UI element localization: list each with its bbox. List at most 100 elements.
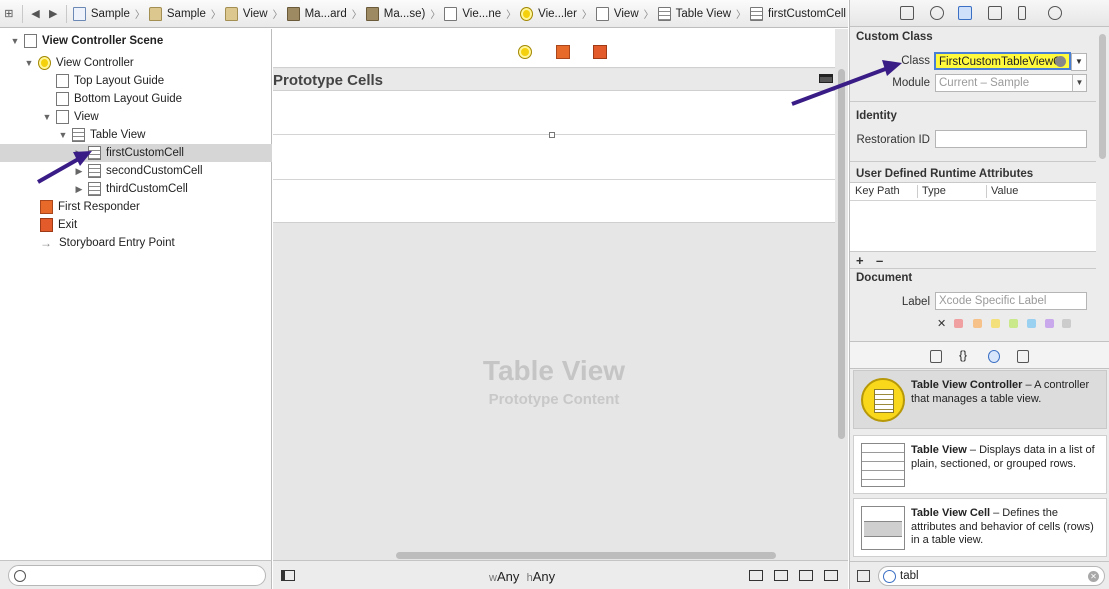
outline-item-second-custom-cell[interactable]: ▶ secondCustomCell: [0, 162, 272, 180]
outline-item-first-custom-cell[interactable]: ▶ firstCustomCell: [0, 144, 272, 162]
disclosure-closed-icon[interactable]: ▶: [74, 148, 84, 159]
color-swatch-green[interactable]: [1009, 319, 1018, 328]
chevron-down-icon[interactable]: ▼: [1072, 75, 1086, 91]
column-value[interactable]: Value: [991, 185, 1018, 197]
library-filter-input[interactable]: tabl ✕: [878, 566, 1105, 586]
column-key-path[interactable]: Key Path: [855, 185, 900, 197]
back-icon[interactable]: ◀: [27, 7, 45, 20]
outline-item-exit[interactable]: Exit: [0, 216, 272, 234]
canvas-bottom-bar: wAny hAny: [273, 560, 848, 589]
chevron-right-icon: 〉: [351, 10, 362, 21]
disclosure-open-icon[interactable]: ▼: [42, 112, 52, 122]
grid-view-icon[interactable]: [857, 570, 870, 582]
breadcrumb-storyboard[interactable]: Ma...ard 〉: [285, 6, 364, 21]
library-item-table-view-cell[interactable]: Table View Cell – Defines the attributes…: [853, 498, 1107, 557]
storyboard-canvas[interactable]: Prototype Cells Table View Prototype Con…: [273, 29, 848, 560]
class-field[interactable]: FirstCustomTableViewC: [934, 52, 1071, 70]
utilities-panel: Custom Class Class FirstCustomTableViewC…: [849, 0, 1109, 589]
code-snippet-library-icon[interactable]: {}: [959, 348, 971, 362]
module-field[interactable]: Current – Sample ▼: [935, 74, 1087, 92]
outline-item-view[interactable]: ▼ View: [0, 108, 272, 126]
breadcrumb-view[interactable]: View 〉: [594, 6, 656, 21]
related-items-grid-icon[interactable]: ⊞: [0, 7, 18, 20]
runtime-attributes-table[interactable]: Key Path Type Value: [850, 182, 1096, 252]
attributes-inspector-icon[interactable]: [988, 6, 1002, 20]
class-dropdown-arrow-icon[interactable]: ▼: [1071, 53, 1087, 71]
go-to-class-arrow-icon[interactable]: [1055, 56, 1066, 67]
color-swatch-yellow[interactable]: [991, 319, 1000, 328]
breadcrumb-scene[interactable]: Vie...ne 〉: [442, 6, 518, 21]
identity-title: Identity: [856, 110, 897, 122]
file-inspector-icon[interactable]: [900, 6, 914, 20]
disclosure-open-icon[interactable]: ▼: [24, 58, 34, 68]
breadcrumb-table-view[interactable]: Table View 〉: [656, 6, 748, 21]
column-type[interactable]: Type: [922, 185, 946, 197]
chevron-right-icon: 〉: [506, 10, 517, 21]
outline-item-storyboard-entry-point[interactable]: → Storyboard Entry Point: [0, 234, 272, 252]
breadcrumb-folder-sample[interactable]: Sample 〉: [147, 6, 223, 21]
prototype-cells[interactable]: [273, 91, 835, 223]
table-cell-icon: [750, 6, 764, 21]
clear-search-icon[interactable]: ✕: [1088, 571, 1099, 582]
breadcrumb-project[interactable]: Sample 〉: [71, 6, 147, 21]
disclosure-closed-icon[interactable]: ▶: [74, 166, 84, 177]
table-view-icon: [657, 6, 671, 21]
table-view-icon: [72, 128, 85, 142]
chevron-right-icon: 〉: [643, 10, 654, 21]
disclosure-closed-icon[interactable]: ▶: [74, 184, 84, 195]
outline-toggle-icon[interactable]: [281, 570, 295, 581]
outline-item-third-custom-cell[interactable]: ▶ thirdCustomCell: [0, 180, 272, 198]
breadcrumb-first-custom-cell[interactable]: firstCustomCell: [748, 6, 848, 21]
chevron-right-icon: 〉: [736, 10, 747, 21]
color-swatch-gray[interactable]: [1062, 319, 1071, 328]
stack-icon[interactable]: [749, 570, 763, 581]
color-swatch-purple[interactable]: [1045, 319, 1054, 328]
media-library-icon[interactable]: [1017, 350, 1029, 363]
view-controller-icon[interactable]: [518, 45, 532, 59]
color-swatch-orange[interactable]: [973, 319, 982, 328]
library-item-table-view-controller[interactable]: Table View Controller – A controller tha…: [853, 370, 1107, 429]
outline-item-top-layout-guide[interactable]: Top Layout Guide: [0, 72, 272, 90]
module-label: Module: [892, 77, 930, 89]
resize-handle[interactable]: [549, 132, 555, 138]
disclosure-open-icon[interactable]: ▼: [10, 36, 20, 46]
quick-help-icon[interactable]: [930, 6, 944, 20]
outline-filter-input[interactable]: [8, 565, 266, 586]
outline-item-scene[interactable]: ▼ View Controller Scene: [0, 32, 272, 50]
disclosure-open-icon[interactable]: ▼: [58, 130, 68, 140]
color-swatch-red[interactable]: [954, 319, 963, 328]
outline-item-bottom-layout-guide[interactable]: Bottom Layout Guide: [0, 90, 272, 108]
exit-icon[interactable]: [593, 45, 607, 59]
connections-inspector-icon[interactable]: [1048, 6, 1062, 20]
add-attribute-button[interactable]: +: [856, 253, 864, 268]
prototype-cells-header: Prototype Cells: [273, 69, 835, 91]
pin-icon[interactable]: [799, 570, 813, 581]
color-swatch-blue[interactable]: [1027, 319, 1036, 328]
horizontal-scrollbar[interactable]: [396, 552, 776, 559]
first-responder-cube-icon[interactable]: [556, 45, 570, 59]
breadcrumb-storyboard-base[interactable]: Ma...se) 〉: [364, 6, 443, 21]
forward-icon[interactable]: ▶: [44, 7, 62, 20]
align-icon[interactable]: [774, 570, 788, 581]
outline-item-first-responder[interactable]: First Responder: [0, 198, 272, 216]
size-class-control[interactable]: wAny hAny: [489, 569, 555, 584]
table-view-placeholder-subtitle: Prototype Content: [488, 391, 620, 408]
remove-attribute-button[interactable]: –: [876, 253, 883, 268]
library-item-table-view[interactable]: Table View – Displays data in a list of …: [853, 435, 1107, 494]
chevron-right-icon: 〉: [210, 10, 221, 21]
object-library-icon[interactable]: [988, 350, 1000, 363]
exit-icon: [40, 218, 53, 232]
vertical-scrollbar[interactable]: [838, 69, 845, 439]
breadcrumb-view-controller[interactable]: Vie...ler 〉: [518, 6, 594, 21]
size-inspector-icon[interactable]: [1018, 6, 1026, 20]
resolve-issues-icon[interactable]: [824, 570, 838, 581]
breadcrumb-folder-view[interactable]: View 〉: [223, 6, 285, 21]
outline-item-view-controller[interactable]: ▼ View Controller: [0, 54, 272, 72]
identity-inspector-icon[interactable]: [958, 6, 972, 20]
clear-color-button[interactable]: ✕: [937, 317, 946, 330]
inspector-scrollbar[interactable]: [1099, 34, 1106, 159]
file-template-library-icon[interactable]: [930, 350, 942, 363]
document-label-field[interactable]: Xcode Specific Label: [935, 292, 1087, 310]
restoration-id-field[interactable]: [935, 130, 1087, 148]
outline-item-table-view[interactable]: ▼ Table View: [0, 126, 272, 144]
